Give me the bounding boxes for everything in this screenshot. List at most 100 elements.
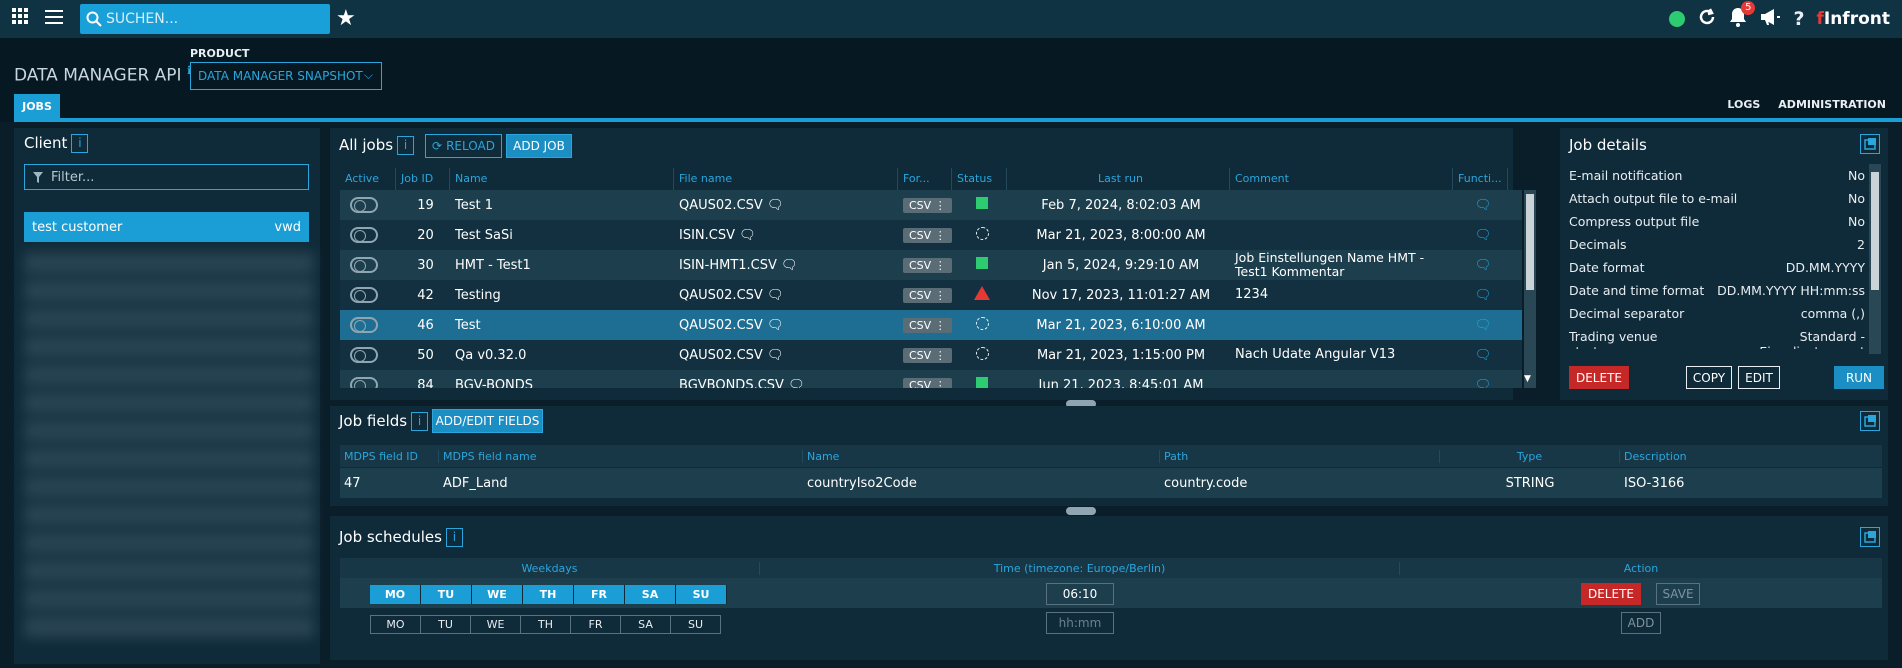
- global-search[interactable]: [80, 4, 330, 34]
- col-field-name[interactable]: Name: [803, 449, 1160, 463]
- expand-panel-icon[interactable]: [1860, 134, 1880, 154]
- active-toggle[interactable]: [350, 257, 378, 273]
- client-filter-input[interactable]: [51, 169, 301, 185]
- client-filter[interactable]: [24, 164, 309, 190]
- weekday-toggle-th[interactable]: TH: [520, 615, 571, 634]
- weekday-toggle-mo[interactable]: MO: [370, 615, 421, 634]
- copy-job-button[interactable]: COPY: [1686, 366, 1732, 389]
- job-functions[interactable]: 🗨: [1453, 288, 1508, 303]
- weekday-toggle-sa[interactable]: SA: [620, 615, 671, 634]
- run-job-button[interactable]: RUN: [1834, 366, 1884, 389]
- client-list-item-selected[interactable]: test customer vwd: [24, 212, 309, 242]
- job-functions[interactable]: 🗨: [1453, 378, 1508, 389]
- tab-jobs[interactable]: JOBS: [14, 94, 60, 118]
- job-format[interactable]: CSV ⋮: [898, 377, 952, 388]
- schedule-time-input[interactable]: 06:10: [1046, 583, 1114, 605]
- add-schedule-button[interactable]: ADD: [1621, 612, 1661, 634]
- weekday-toggle-we[interactable]: WE: [470, 615, 521, 634]
- weekday-toggle-mo[interactable]: MO: [370, 585, 421, 604]
- comment-edit-icon[interactable]: 🗨: [1475, 318, 1492, 333]
- announcements-megaphone-icon[interactable]: [1759, 8, 1781, 30]
- hamburger-menu-icon[interactable]: [40, 0, 68, 38]
- search-input[interactable]: [106, 11, 316, 27]
- save-schedule-button[interactable]: SAVE: [1656, 583, 1700, 605]
- active-toggle[interactable]: [350, 287, 378, 303]
- comment-edit-icon[interactable]: 🗨: [1475, 228, 1492, 243]
- weekday-toggle-tu[interactable]: TU: [421, 585, 472, 604]
- weekday-toggle-tu[interactable]: TU: [420, 615, 471, 634]
- new-schedule-time-input[interactable]: hh:mm: [1046, 612, 1114, 634]
- favorites-star-icon[interactable]: ★: [336, 0, 356, 38]
- job-row[interactable]: 19 Test 1 QAUS02.CSV 🗨 CSV ⋮ Feb 7, 2024, 8:…: [340, 190, 1522, 220]
- weekday-toggle-we[interactable]: WE: [472, 585, 523, 604]
- product-select[interactable]: DATA MANAGER SNAPSHOT ⌵: [190, 62, 382, 90]
- info-icon[interactable]: i: [71, 134, 89, 153]
- job-format[interactable]: CSV ⋮: [898, 257, 952, 273]
- administration-link[interactable]: ADMINISTRATION: [1778, 98, 1886, 111]
- col-active[interactable]: Active: [340, 168, 396, 190]
- col-type[interactable]: Type: [1440, 449, 1620, 463]
- active-toggle[interactable]: [350, 377, 378, 388]
- edit-job-button[interactable]: EDIT: [1738, 366, 1780, 389]
- job-row[interactable]: 50 Qa v0.32.0 QAUS02.CSV 🗨 CSV ⋮ Mar 21, 202…: [340, 340, 1522, 370]
- job-row[interactable]: 20 Test SaSi ISIN.CSV 🗨 CSV ⋮ Mar 21, 2023, …: [340, 220, 1522, 250]
- col-last-run[interactable]: Last run: [1007, 168, 1230, 190]
- job-functions[interactable]: 🗨: [1453, 348, 1508, 363]
- active-toggle[interactable]: [350, 317, 378, 333]
- delete-job-button[interactable]: DELETE: [1569, 366, 1629, 389]
- apps-grid-icon[interactable]: [6, 0, 34, 38]
- weekday-toggle-su[interactable]: SU: [676, 585, 727, 604]
- notifications-bell-icon[interactable]: 5: [1729, 0, 1756, 32]
- job-row[interactable]: 46 Test QAUS02.CSV 🗨 CSV ⋮ Mar 21, 2023, 6:1…: [340, 310, 1522, 340]
- col-format[interactable]: For...: [898, 168, 952, 190]
- col-file-name[interactable]: File name: [674, 168, 898, 190]
- job-row[interactable]: 84 BGV-BONDS BGVBONDS.CSV 🗨 CSV ⋮ Jun 21, 20…: [340, 370, 1522, 388]
- info-icon[interactable]: i: [397, 136, 415, 155]
- help-question-icon[interactable]: ?: [1793, 8, 1804, 30]
- col-comment[interactable]: Comment: [1230, 168, 1453, 190]
- comment-edit-icon[interactable]: 🗨: [1475, 348, 1492, 363]
- delete-schedule-button[interactable]: DELETE: [1581, 583, 1641, 605]
- jobs-scrollbar-thumb[interactable]: [1526, 194, 1534, 290]
- job-format[interactable]: CSV ⋮: [898, 227, 952, 243]
- add-edit-fields-button[interactable]: ADD/EDIT FIELDS: [432, 409, 543, 433]
- refresh-icon[interactable]: [1697, 7, 1717, 31]
- col-status[interactable]: Status: [952, 168, 1007, 190]
- weekday-toggle-th[interactable]: TH: [523, 585, 574, 604]
- info-icon[interactable]: i: [411, 412, 429, 431]
- comment-edit-icon[interactable]: 🗨: [1475, 288, 1492, 303]
- info-icon[interactable]: i: [445, 528, 463, 547]
- job-row[interactable]: 30 HMT - Test1 ISIN-HMT1.CSV 🗨 CSV ⋮ Jan 5, …: [340, 250, 1522, 280]
- col-description[interactable]: Description: [1620, 450, 1882, 463]
- weekday-toggle-fr[interactable]: FR: [574, 585, 625, 604]
- details-scrollbar-thumb[interactable]: [1871, 172, 1879, 290]
- weekday-toggle-fr[interactable]: FR: [570, 615, 621, 634]
- add-job-button[interactable]: ADD JOB: [506, 134, 572, 158]
- comment-edit-icon[interactable]: 🗨: [1475, 378, 1492, 389]
- fields-table-row[interactable]: 47 ADF_Land countryIso2Code country.code…: [340, 468, 1882, 498]
- expand-panel-icon[interactable]: [1860, 527, 1880, 547]
- col-mdps-field-name[interactable]: MDPS field name: [439, 449, 803, 463]
- col-job-id[interactable]: Job ID: [396, 168, 450, 190]
- col-name[interactable]: Name: [450, 168, 674, 190]
- weekday-toggle-su[interactable]: SU: [670, 615, 721, 634]
- reload-button[interactable]: ⟳ RELOAD: [425, 134, 502, 158]
- active-toggle[interactable]: [350, 347, 378, 363]
- col-functions[interactable]: Functi...: [1453, 168, 1508, 190]
- logs-link[interactable]: LOGS: [1727, 98, 1760, 111]
- job-functions[interactable]: 🗨: [1453, 228, 1508, 243]
- job-functions[interactable]: 🗨: [1453, 198, 1508, 213]
- job-functions[interactable]: 🗨: [1453, 318, 1508, 333]
- job-functions[interactable]: 🗨: [1453, 258, 1508, 273]
- col-mdps-field-id[interactable]: MDPS field ID: [340, 449, 439, 463]
- col-path[interactable]: Path: [1160, 449, 1440, 463]
- active-toggle[interactable]: [350, 197, 378, 213]
- job-format[interactable]: CSV ⋮: [898, 287, 952, 303]
- panel-resize-handle[interactable]: [1066, 507, 1096, 515]
- job-row[interactable]: 42 Testing QAUS02.CSV 🗨 CSV ⋮ Nov 17, 2023, …: [340, 280, 1522, 310]
- active-toggle[interactable]: [350, 227, 378, 243]
- scroll-down-arrow-icon[interactable]: ▼: [1524, 374, 1531, 384]
- job-format[interactable]: CSV ⋮: [898, 197, 952, 213]
- comment-edit-icon[interactable]: 🗨: [1475, 258, 1492, 273]
- weekday-toggle-sa[interactable]: SA: [625, 585, 676, 604]
